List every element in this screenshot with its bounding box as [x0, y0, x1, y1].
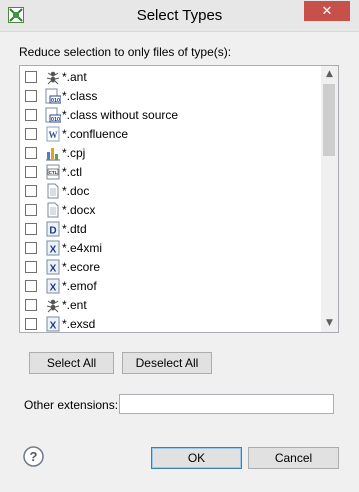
list-item[interactable]: *.doc	[20, 182, 320, 201]
file-type-label: *.ant	[62, 70, 87, 84]
list-item[interactable]: *.ant	[20, 68, 320, 87]
list-item[interactable]: D *.dtd	[20, 220, 320, 239]
checkbox[interactable]	[25, 223, 37, 235]
ant-icon	[45, 297, 61, 313]
file-type-label: *.e4xmi	[62, 241, 103, 255]
list-item[interactable]: *.ent	[20, 296, 320, 315]
list-item[interactable]: *.docx	[20, 201, 320, 220]
list-item[interactable]: *.cpj	[20, 144, 320, 163]
scrollbar-thumb[interactable]	[323, 84, 335, 156]
title-bar: Select Types ✕	[0, 0, 359, 32]
svg-text:D: D	[49, 226, 56, 237]
ok-button[interactable]: OK	[151, 447, 242, 469]
list-item[interactable]: X *.e4xmi	[20, 239, 320, 258]
checkbox[interactable]	[25, 261, 37, 273]
checkbox[interactable]	[25, 280, 37, 292]
file-type-label: *.ent	[62, 298, 87, 312]
file-type-label: *.class	[62, 89, 98, 103]
checkbox[interactable]	[25, 166, 37, 178]
svg-text:010: 010	[51, 117, 60, 123]
file-type-label: *.ctl	[62, 165, 83, 179]
file-type-label: *.emof	[62, 279, 97, 293]
checkbox[interactable]	[25, 204, 37, 216]
xml-file-icon: X	[45, 259, 61, 275]
close-icon: ✕	[321, 4, 333, 19]
ctl-file-icon: CTL	[45, 164, 61, 180]
file-type-label: *.ecore	[62, 260, 101, 274]
svg-text:W: W	[49, 130, 58, 140]
checkbox[interactable]	[25, 299, 37, 311]
svg-text:010: 010	[51, 98, 60, 104]
checkbox[interactable]	[25, 242, 37, 254]
checkbox[interactable]	[25, 71, 37, 83]
deselect-all-button[interactable]: Deselect All	[122, 352, 212, 374]
text-document-icon	[45, 183, 61, 199]
text-document-icon	[45, 202, 61, 218]
list-item[interactable]: X *.emof	[20, 277, 320, 296]
scroll-up-arrow-icon[interactable]: ▲	[321, 66, 338, 83]
list-item[interactable]: W *.confluence	[20, 125, 320, 144]
instruction-label: Reduce selection to only files of type(s…	[19, 45, 232, 59]
svg-text:?: ?	[30, 449, 38, 464]
help-icon[interactable]: ?	[23, 446, 44, 467]
dtd-file-icon: D	[45, 221, 61, 237]
xml-file-icon: X	[45, 240, 61, 256]
svg-text:X: X	[50, 321, 57, 332]
list-item[interactable]: 010 *.class	[20, 87, 320, 106]
other-extensions-label: Other extensions:	[24, 398, 119, 412]
svg-text:X: X	[50, 245, 57, 256]
xml-file-icon: X	[45, 278, 61, 294]
svg-text:X: X	[50, 264, 57, 275]
ant-icon	[45, 69, 61, 85]
binary-class-icon: 010	[45, 107, 62, 123]
list-item[interactable]: CTL *.ctl	[20, 163, 320, 182]
svg-text:CTL: CTL	[49, 170, 58, 175]
checkbox[interactable]	[25, 318, 37, 330]
xml-file-icon: X	[45, 316, 61, 332]
list-item[interactable]: X *.ecore	[20, 258, 320, 277]
svg-text:X: X	[50, 283, 57, 294]
checkbox[interactable]	[25, 128, 37, 140]
vertical-scrollbar[interactable]: ▲ ▼	[321, 66, 338, 332]
close-button[interactable]: ✕	[304, 1, 350, 21]
list-item[interactable]: 010 *.class without source	[20, 106, 320, 125]
checkbox[interactable]	[25, 147, 37, 159]
file-type-label: *.doc	[62, 184, 90, 198]
file-type-label: *.cpj	[62, 146, 86, 160]
file-type-label: *.docx	[62, 203, 96, 217]
file-type-label: *.exsd	[62, 317, 96, 331]
file-type-list[interactable]: *.ant 010 *.class 010 *.class without source…	[19, 65, 339, 333]
select-all-button[interactable]: Select All	[29, 352, 114, 374]
word-document-icon: W	[45, 126, 61, 142]
scroll-down-arrow-icon[interactable]: ▼	[321, 315, 338, 332]
other-extensions-input[interactable]	[119, 394, 334, 414]
checkbox[interactable]	[25, 90, 37, 102]
checkbox[interactable]	[25, 185, 37, 197]
file-type-label: *.dtd	[62, 222, 87, 236]
list-item[interactable]: X *.exsd	[20, 315, 320, 332]
checkbox[interactable]	[25, 109, 37, 121]
bar-chart-icon	[45, 145, 61, 161]
binary-class-icon: 010	[45, 88, 62, 104]
file-type-label: *.confluence	[62, 127, 129, 141]
cancel-button[interactable]: Cancel	[248, 447, 339, 469]
file-type-label: *.class without source	[62, 108, 179, 122]
